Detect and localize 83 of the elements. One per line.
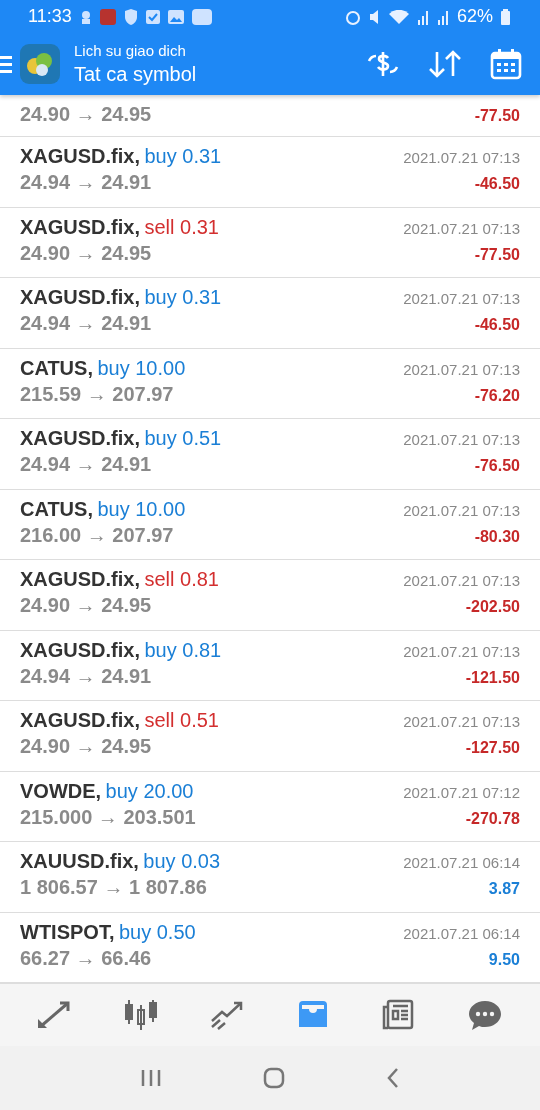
trade-time: 2021.07.21 07:13: [403, 219, 520, 237]
battery-icon: [501, 8, 510, 25]
price-change: 216.00 → 207.97: [20, 523, 174, 547]
mute-icon: [368, 8, 381, 25]
profit-amount: -46.50: [474, 175, 520, 193]
price-change: 24.94 → 24.91: [20, 453, 152, 476]
price-change: 24.94 → 24.91: [20, 171, 152, 194]
price-change: 24.94 → 24.91: [20, 312, 152, 335]
trade-side: buy 0.50: [118, 920, 196, 943]
price-change: 1 806.57 → 1 807.86: [20, 876, 207, 899]
menu-icon[interactable]: [0, 55, 12, 73]
price-change: 24.90 → 24.95: [20, 735, 152, 758]
trade-time: 2021.07.21 07:13: [403, 501, 520, 519]
home-icon[interactable]: [263, 1067, 285, 1089]
profit-amount: -270.78: [465, 809, 520, 828]
trade-side: buy 20.00: [105, 779, 194, 802]
price-change: 66.27 → 66.46: [20, 946, 152, 970]
trade-side: buy 0.03: [143, 850, 221, 872]
price-change: 215.000 → 203.501: [20, 805, 196, 829]
shield-icon: [123, 8, 138, 25]
trade-symbol: XAGUSD.fix,: [20, 709, 141, 731]
profit-amount: -127.50: [465, 739, 520, 757]
trade-side: sell 0.81: [144, 568, 219, 590]
trade-side: sell 0.31: [144, 215, 219, 238]
trade-side: buy 0.81: [144, 638, 222, 661]
currency-exchange-icon[interactable]: [366, 49, 400, 79]
trade-symbol: XAUUSD.fix,: [20, 850, 139, 872]
price-change: 24.90 → 24.95: [20, 594, 152, 617]
price-change: 24.90 → 24.95: [20, 103, 152, 126]
trade-symbol: XAGUSD.fix,: [20, 638, 141, 661]
back-icon[interactable]: [385, 1067, 400, 1089]
trade-time: 2021.07.21 07:13: [403, 572, 520, 589]
trade-symbol: XAGUSD.fix,: [20, 286, 141, 308]
profit-amount: -77.50: [474, 245, 520, 264]
trade-time: 2021.07.21 07:13: [403, 431, 520, 448]
trade-side: buy 0.31: [144, 145, 222, 167]
profit-amount: -121.50: [465, 668, 520, 687]
trade-time: 2021.07.21 07:13: [403, 290, 520, 307]
status-time: 11:33: [28, 6, 72, 27]
profit-amount: -80.30: [474, 527, 520, 546]
notification-icon: [79, 9, 92, 24]
trade-time: 2021.07.21 07:12: [403, 783, 520, 801]
sort-icon[interactable]: [428, 49, 462, 79]
image-icon: [167, 9, 184, 24]
checkbox-icon: [145, 9, 160, 24]
profit-amount: -76.50: [474, 457, 520, 475]
wifi-icon: [388, 9, 409, 24]
trade-symbol: XAGUSD.fix,: [20, 568, 141, 590]
profit-amount: -77.50: [474, 107, 520, 125]
signal-icon: [416, 8, 429, 25]
trade-side: buy 10.00: [97, 356, 186, 379]
recent-apps-icon[interactable]: [140, 1068, 163, 1088]
profit-amount: -202.50: [465, 598, 520, 616]
symbol-filter[interactable]: Tat ca symbol: [74, 63, 197, 86]
profit-amount: -46.50: [474, 316, 520, 334]
calendar-icon[interactable]: [490, 48, 522, 80]
trade-symbol: XAGUSD.fix,: [20, 215, 141, 238]
trade-time: 2021.07.21 07:13: [403, 642, 520, 660]
trade-symbol: VOWDE,: [20, 779, 102, 802]
profit-amount: -76.20: [474, 386, 520, 405]
trade-side: buy 0.31: [144, 286, 222, 308]
signal-icon: [436, 8, 449, 25]
trade-symbol: CATUS,: [20, 497, 93, 520]
price-change: 215.59 → 207.97: [20, 382, 174, 406]
trade-symbol: WTISPOT,: [20, 920, 115, 943]
profit-amount: 9.50: [488, 950, 520, 969]
price-change: 24.94 → 24.91: [20, 664, 152, 688]
app-logo-icon: [20, 44, 60, 84]
profit-amount: 3.87: [488, 880, 520, 898]
screen-title: Lich su giao dich: [74, 42, 187, 59]
trade-side: sell 0.51: [144, 709, 219, 731]
trade-time: 2021.07.21 07:13: [403, 149, 520, 166]
trade-time: 2021.07.21 07:13: [403, 360, 520, 378]
trade-side: buy 0.51: [144, 427, 222, 449]
trade-side: buy 10.00: [97, 497, 186, 520]
price-change: 24.90 → 24.95: [20, 241, 152, 265]
battery-level: 62%: [456, 6, 493, 27]
trade-time: 2021.07.21 06:14: [403, 854, 520, 871]
trade-time: 2021.07.21 06:14: [403, 924, 520, 942]
trade-symbol: XAGUSD.fix,: [20, 427, 141, 449]
trade-time: 2021.07.21 07:13: [403, 713, 520, 730]
trade-symbol: CATUS,: [20, 356, 93, 379]
trade-symbol: XAGUSD.fix,: [20, 145, 141, 167]
